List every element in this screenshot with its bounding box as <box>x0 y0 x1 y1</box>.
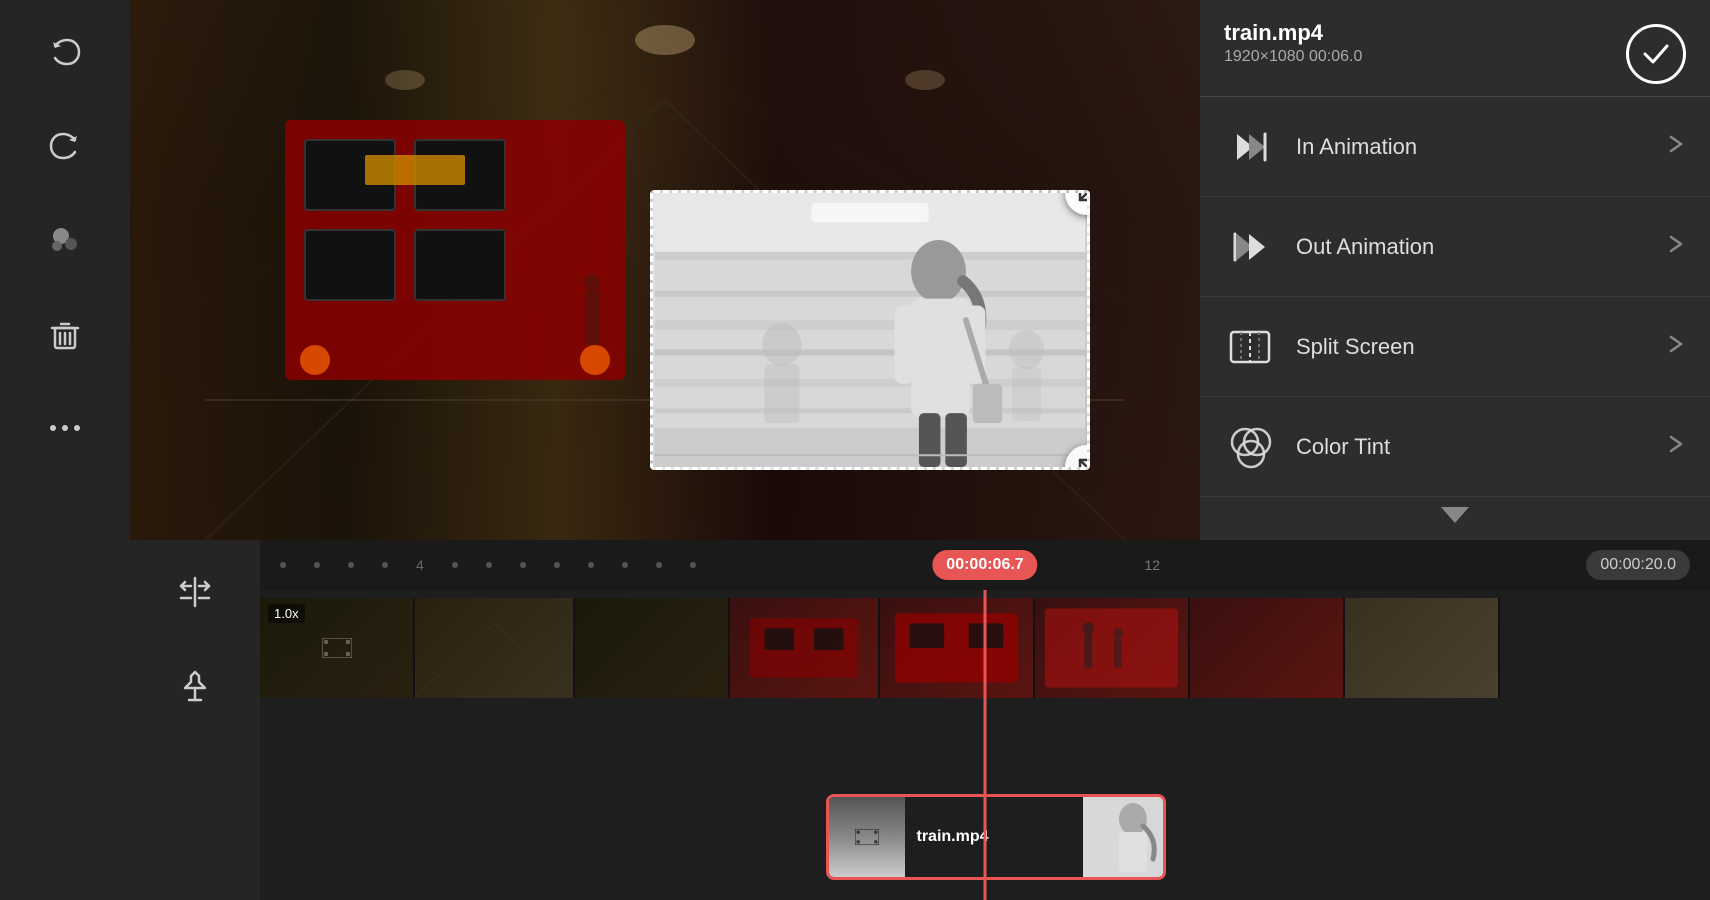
ruler-dot <box>520 562 526 568</box>
out-animation-chevron <box>1664 233 1686 261</box>
track-area: 1.0x <box>260 590 1710 900</box>
overlay-track[interactable]: train.mp4 <box>826 794 1166 880</box>
out-animation-icon <box>1224 221 1276 273</box>
ruler-dot <box>554 562 560 568</box>
left-timeline-tools <box>130 540 260 900</box>
bottom-area: 4 00:00:06.7 12 00:00: <box>130 540 1710 900</box>
track-frame-7 <box>1190 598 1345 698</box>
color-tint-chevron <box>1664 433 1686 461</box>
file-info: train.mp4 1920×1080 00:06.0 <box>1224 20 1362 66</box>
redo-button[interactable] <box>33 114 97 178</box>
right-panel: train.mp4 1920×1080 00:06.0 <box>1200 0 1710 540</box>
ruler-dot <box>588 562 594 568</box>
panel-header: train.mp4 1920×1080 00:06.0 <box>1200 0 1710 96</box>
split-button[interactable] <box>163 560 227 624</box>
panel-item-out-animation[interactable]: Out Animation <box>1200 197 1710 297</box>
in-animation-chevron <box>1664 133 1686 161</box>
overlay-thumb-left <box>829 797 905 877</box>
ruler-dot <box>656 562 662 568</box>
ruler-dot <box>452 562 458 568</box>
file-name: train.mp4 <box>1224 20 1362 46</box>
ruler-dot <box>486 562 492 568</box>
panel-item-in-animation[interactable]: In Animation <box>1200 97 1710 197</box>
track-frame-1: 1.0x <box>260 598 415 698</box>
in-animation-label: In Animation <box>1296 134 1656 160</box>
track-frame-4-art <box>730 598 878 698</box>
split-screen-icon <box>1224 321 1276 373</box>
track-frame-3 <box>575 598 730 698</box>
panel-item-color-tint[interactable]: Color Tint <box>1200 397 1710 497</box>
panel-item-split-screen[interactable]: Split Screen <box>1200 297 1710 397</box>
track-frame-5 <box>880 598 1035 698</box>
time-ruler: 4 00:00:06.7 12 00:00: <box>260 540 1710 590</box>
overlay-clip-content <box>653 193 1087 467</box>
effects-button[interactable] <box>33 208 97 272</box>
ruler-dot <box>690 562 696 568</box>
ruler-dot <box>382 562 388 568</box>
color-tint-label: Color Tint <box>1296 434 1656 460</box>
track-frame-2-art <box>415 598 573 698</box>
ruler-dot <box>348 562 354 568</box>
track-frame-4 <box>730 598 880 698</box>
overlay-clip[interactable] <box>650 190 1090 470</box>
timeline-main: 4 00:00:06.7 12 00:00: <box>260 540 1710 900</box>
delete-button[interactable] <box>33 302 97 366</box>
split-screen-label: Split Screen <box>1296 334 1656 360</box>
track-frame-6 <box>1035 598 1190 698</box>
color-tint-icon <box>1224 421 1276 473</box>
overlay-track-label: train.mp4 <box>905 828 1083 846</box>
overlay-thumb-right <box>1083 797 1163 877</box>
ruler-dot <box>280 562 286 568</box>
film-icon-1 <box>322 638 352 658</box>
video-preview <box>130 0 1200 540</box>
file-meta: 1920×1080 00:06.0 <box>1224 48 1362 66</box>
playhead-time-badge: 00:00:06.7 <box>932 550 1037 580</box>
confirm-button[interactable] <box>1626 24 1686 84</box>
split-screen-chevron <box>1664 333 1686 361</box>
top-area: train.mp4 1920×1080 00:06.0 <box>130 0 1710 540</box>
track-frame-6-art <box>1035 598 1188 698</box>
playhead-line <box>984 590 987 900</box>
ruler-number-12: 12 <box>1145 557 1161 573</box>
left-toolbar <box>0 0 130 900</box>
main-content: train.mp4 1920×1080 00:06.0 <box>130 0 1710 900</box>
pin-button[interactable] <box>163 654 227 718</box>
overlay-thumb-right-art <box>1083 797 1163 877</box>
ruler-dot <box>622 562 628 568</box>
out-animation-label: Out Animation <box>1296 234 1656 260</box>
ruler-dot <box>314 562 320 568</box>
end-time-badge: 00:00:20.0 <box>1586 550 1690 580</box>
track-frame-8 <box>1345 598 1500 698</box>
more-button[interactable] <box>33 396 97 460</box>
ruler-number-4: 4 <box>416 557 424 573</box>
panel-more-indicator[interactable] <box>1200 497 1710 533</box>
track-speed-label: 1.0x <box>268 604 305 623</box>
track-frame-5-art <box>880 598 1033 698</box>
track-frame-2 <box>415 598 575 698</box>
in-animation-icon <box>1224 121 1276 173</box>
undo-button[interactable] <box>33 20 97 84</box>
film-strip-icon-left <box>855 829 879 845</box>
